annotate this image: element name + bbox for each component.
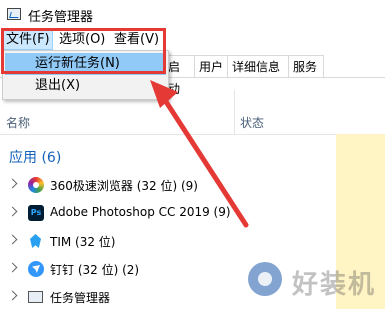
watermark-text: 好装机: [292, 270, 377, 300]
chevron-right-icon[interactable]: [7, 262, 18, 273]
photoshop-icon: Ps: [28, 205, 44, 221]
process-label: 钉钉 (32 位) (2): [50, 263, 140, 277]
chevron-right-icon[interactable]: [7, 206, 18, 217]
window-title: 任务管理器: [28, 10, 94, 25]
menu-file[interactable]: 文件(F): [3, 30, 53, 50]
menu-item-run-new-task[interactable]: 运行新任务(N): [5, 53, 166, 75]
tab-services[interactable]: 服务: [288, 55, 324, 77]
process-row-photoshop[interactable]: Ps Adobe Photoshop CC 2019 (9): [0, 201, 336, 227]
task-manager-icon: [7, 8, 21, 20]
process-label: 任务管理器: [50, 291, 111, 305]
chevron-right-icon[interactable]: [7, 290, 18, 301]
column-name-header[interactable]: 名称: [6, 114, 30, 131]
menu-item-exit[interactable]: 退出(X): [5, 75, 166, 97]
chevron-right-icon[interactable]: [7, 234, 18, 245]
tab-details[interactable]: 详细信息: [227, 55, 289, 77]
tim-icon: [28, 233, 44, 249]
chevron-right-icon[interactable]: [7, 178, 18, 189]
watermark-logo-icon: [248, 262, 282, 296]
menu-options[interactable]: 选项(O): [57, 31, 107, 49]
process-label: TIM (32 位): [50, 235, 116, 249]
menu-bar: 文件(F) 选项(O) 查看(V): [0, 30, 385, 50]
360-browser-icon: [28, 177, 44, 193]
watermark: 好装机: [248, 262, 385, 309]
process-label: 360极速浏览器 (32 位) (9): [50, 179, 198, 193]
process-label: Adobe Photoshop CC 2019 (9): [50, 205, 231, 219]
column-status-header[interactable]: 状态: [240, 114, 264, 131]
title-bar: 任务管理器: [0, 0, 385, 28]
apps-group-title[interactable]: 应用 (6): [9, 147, 61, 167]
task-manager-icon: [28, 291, 43, 303]
file-menu-dropdown: 运行新任务(N) 退出(X): [2, 50, 169, 100]
tab-users[interactable]: 用户: [194, 55, 228, 77]
column-separator[interactable]: [234, 90, 235, 134]
dingtalk-icon: [28, 261, 44, 277]
process-row-tim[interactable]: TIM (32 位): [0, 229, 336, 255]
process-row-360[interactable]: 360极速浏览器 (32 位) (9): [0, 173, 336, 199]
menu-view[interactable]: 查看(V): [112, 31, 161, 49]
